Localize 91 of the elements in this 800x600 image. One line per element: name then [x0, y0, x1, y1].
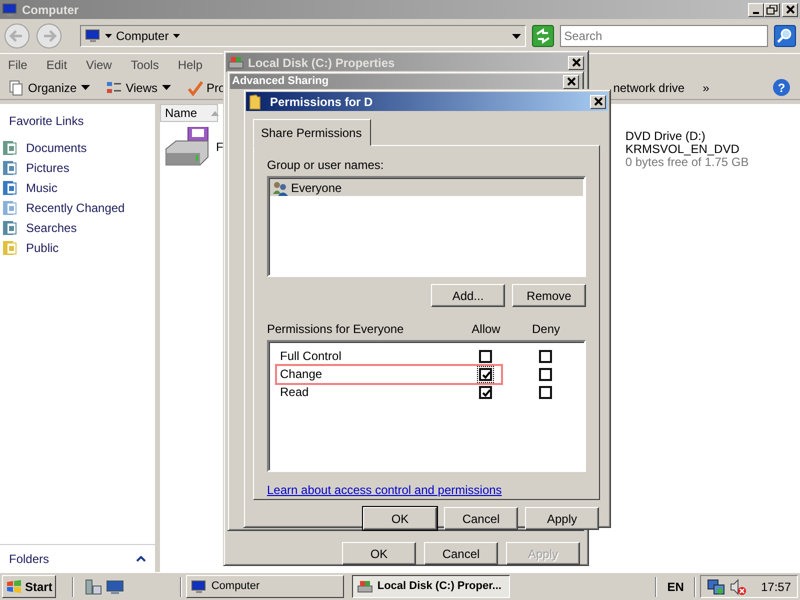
checkbox[interactable] [537, 348, 554, 364]
drive-icon [164, 126, 210, 166]
disk-icon [228, 56, 244, 70]
dialog-button[interactable]: Apply [525, 507, 599, 530]
dialog-button[interactable]: Cancel [424, 542, 498, 565]
taskbar-button[interactable]: Local Disk (C:) Proper... [352, 575, 510, 598]
search-field[interactable]: Search [560, 25, 768, 47]
disk-icon [357, 578, 374, 594]
section-label: Group or user names: [267, 157, 385, 174]
toolbar-button[interactable]: Organize [4, 78, 94, 96]
desktop-icon[interactable] [106, 578, 124, 596]
computer-icon [85, 28, 101, 44]
column-header: Allow [470, 321, 502, 338]
views-icon [106, 80, 122, 96]
list-item[interactable]: Everyone [270, 179, 583, 196]
checkbox[interactable] [537, 384, 554, 400]
refresh-button[interactable] [532, 25, 554, 47]
caret-icon[interactable] [105, 34, 112, 38]
menu-item[interactable]: File [8, 56, 28, 74]
column-header[interactable]: Name [160, 104, 218, 122]
dialog-button[interactable]: OK [363, 507, 437, 530]
sidebar-item[interactable]: Searches [0, 218, 155, 238]
checkbox[interactable] [537, 366, 554, 382]
clock: 17:57 [760, 578, 791, 596]
minimize-icon [753, 12, 759, 14]
folders-bar[interactable]: Folders [0, 544, 155, 572]
help-button[interactable]: ? [773, 79, 790, 96]
help-link[interactable]: Learn about access control and permissions [267, 481, 502, 499]
checkbox[interactable] [477, 348, 494, 364]
taskbar-button[interactable]: Computer [186, 575, 344, 598]
restore-button[interactable] [764, 2, 780, 16]
window-title: Advanced Sharing [232, 74, 329, 90]
computer-icon [191, 578, 208, 594]
network-icon[interactable] [706, 578, 725, 596]
sidebar-item[interactable]: Pictures [0, 158, 155, 178]
close-button[interactable] [563, 74, 579, 88]
caret-icon [162, 85, 170, 90]
minimize-button[interactable] [748, 2, 764, 16]
address-bar[interactable]: Computer [80, 25, 526, 47]
window-title: Local Disk (C:) Properties [248, 54, 395, 72]
search-button[interactable] [774, 25, 796, 47]
dialog-button[interactable]: Cancel [444, 507, 518, 530]
permission-label: Full Control [280, 348, 342, 365]
sidebar-item[interactable]: Recently Changed [0, 198, 155, 218]
chevron-up-icon [136, 556, 146, 562]
checkbox[interactable] [477, 384, 494, 400]
drive-name[interactable]: DVD Drive (D:) [625, 130, 749, 143]
drive-name[interactable]: F [216, 138, 224, 156]
menu-item[interactable]: View [86, 56, 112, 74]
check-icon [186, 80, 202, 96]
pages-icon [8, 80, 24, 96]
language-indicator[interactable]: EN [667, 578, 684, 596]
start-button[interactable]: Start [2, 575, 56, 598]
close-button[interactable] [568, 56, 584, 70]
caret-icon [80, 85, 90, 90]
sidebar-item[interactable]: Documents [0, 138, 155, 158]
close-button[interactable] [782, 2, 798, 16]
overflow-button[interactable]: » [698, 78, 714, 96]
window-title: Computer [22, 2, 79, 18]
column-header: Deny [530, 321, 561, 338]
menu-item[interactable]: Tools [130, 56, 159, 74]
sort-icon [211, 110, 220, 116]
window-title: Permissions for D [270, 94, 373, 110]
toolbar-button[interactable]: Views [102, 78, 174, 96]
close-button[interactable] [590, 94, 606, 108]
sidebar-item[interactable]: Public [0, 238, 155, 258]
dropdown-icon[interactable] [512, 34, 522, 38]
volume-muted-icon[interactable] [728, 578, 747, 596]
caret-icon[interactable] [172, 34, 180, 38]
windows-logo-icon [6, 578, 22, 594]
drive-space: 0 bytes free of 1.75 GB [625, 156, 749, 169]
restore-icon [766, 4, 778, 14]
users-icon [272, 180, 288, 196]
permission-label: Change [280, 366, 324, 383]
permission-label: Read [280, 384, 310, 401]
tab[interactable]: Share Permissions [253, 119, 371, 146]
menu-item[interactable]: Help [178, 56, 203, 74]
checkbox[interactable] [477, 366, 494, 382]
drive-label: KRMSVOL_EN_DVD [625, 143, 740, 156]
computer-icon [2, 2, 18, 18]
server-icon[interactable] [84, 578, 102, 596]
toolbar-button[interactable]: network drive [609, 78, 689, 96]
sidebar-item[interactable]: Music [0, 178, 155, 198]
dialog-button[interactable]: OK [342, 542, 416, 565]
menu-item[interactable]: Edit [46, 56, 68, 74]
folder-icon [248, 94, 262, 110]
list-button[interactable]: Remove [512, 284, 586, 307]
list-button[interactable]: Add... [431, 284, 505, 307]
section-heading: Favorite Links [8, 113, 85, 130]
section-label: Permissions for Everyone [267, 321, 405, 338]
address-text: Computer [116, 28, 169, 45]
